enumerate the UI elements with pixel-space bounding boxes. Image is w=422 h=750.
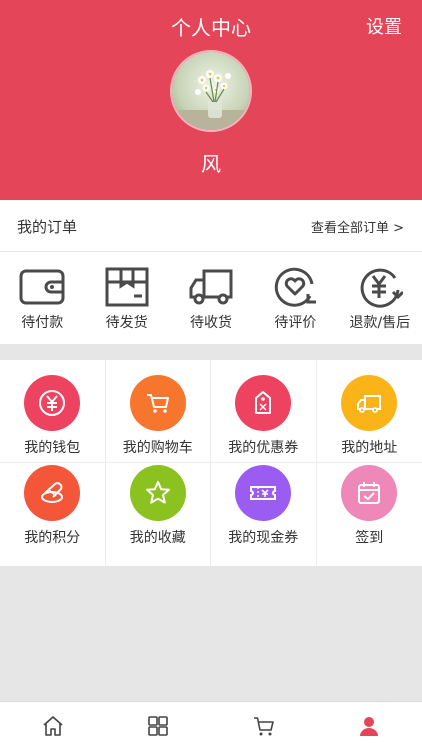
cart-circle [129,375,186,431]
order-pending-payment[interactable]: 待付款 [0,252,84,344]
tab-categories[interactable] [106,702,212,750]
tab-profile[interactable] [317,702,422,750]
points-circle [24,465,81,521]
bottom-tab-bar [0,701,422,750]
truck-icon [357,395,382,413]
package-icon [105,267,149,307]
page-title: 个人中心 [171,16,251,40]
ticket-icon [250,486,277,500]
order-label: 待付款 [21,315,64,331]
order-pending-receipt[interactable]: 待收货 [169,252,253,344]
grid-label: 我的钱包 [24,440,81,456]
services-grid: 我的钱包 我的购物车 我的优惠券 我的地址 我的积分 我的收藏 我的现金券 签到 [0,360,422,566]
grid-icon [148,716,169,736]
home-icon [43,716,63,736]
yen-refund-icon [360,268,403,308]
grid-label: 我的优惠券 [228,440,299,456]
my-orders-bar: 我的订单 查看全部订单 > [0,200,422,252]
order-pending-review[interactable]: 待评价 [253,252,337,344]
cash-coupon-circle [235,465,292,521]
view-all-orders-link[interactable]: 查看全部订单 > [311,217,404,236]
order-status-row: 待付款 待发货 待收货 待评价 退款/售后 [0,252,422,344]
grid-label: 我的积分 [24,530,81,546]
my-cart[interactable]: 我的购物车 [105,360,211,463]
favorites-circle [129,465,186,521]
grid-label: 我的地址 [341,440,398,456]
calendar-check-icon [358,482,381,504]
order-pending-shipment[interactable]: 待发货 [84,252,168,344]
grid-label: 我的收藏 [129,530,186,546]
order-label: 待收货 [190,315,233,331]
order-label: 退款/售后 [349,315,411,331]
sign-in[interactable]: 签到 [317,463,422,566]
my-cash-coupons[interactable]: 我的现金券 [211,463,317,566]
tag-icon [255,391,272,414]
signin-circle [341,465,398,521]
address-circle [341,375,398,431]
cart-icon [146,394,169,413]
coins-icon [41,482,64,503]
yen-icon [39,390,66,416]
coupon-circle [235,375,292,431]
heart-review-icon [275,267,317,307]
settings-button[interactable]: 设置 [366,13,402,39]
order-refund-aftersale[interactable]: 退款/售后 [338,252,422,344]
cart-icon [253,717,274,736]
my-wallet[interactable]: 我的钱包 [0,360,106,463]
grid-label: 我的现金券 [228,530,299,546]
username: 风 [201,152,221,176]
wallet-circle [24,375,81,431]
my-points[interactable]: 我的积分 [0,463,106,566]
wallet-icon [19,269,65,305]
my-orders-title: 我的订单 [17,218,78,236]
grid-label: 我的购物车 [122,440,193,456]
order-label: 待评价 [274,315,317,331]
star-icon [145,481,170,504]
my-favorites[interactable]: 我的收藏 [106,463,211,566]
truck-icon [189,269,233,305]
my-coupons[interactable]: 我的优惠券 [211,360,317,463]
my-address[interactable]: 我的地址 [316,360,422,463]
tab-home[interactable] [0,702,106,750]
avatar-image [172,52,250,130]
user-icon [360,717,379,736]
tab-cart[interactable] [211,702,317,750]
avatar[interactable] [170,50,252,132]
order-label: 待发货 [105,315,148,331]
grid-label: 签到 [355,530,384,546]
profile-header: 个人中心 设置 风 [0,0,422,200]
